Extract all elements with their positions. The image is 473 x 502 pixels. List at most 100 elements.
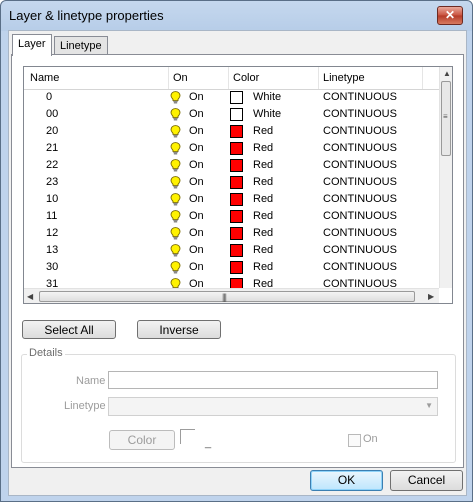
color-swatch <box>230 176 243 189</box>
layer-linetype: CONTINUOUS <box>323 227 397 239</box>
title-bar[interactable]: Layer & linetype properties ✕ <box>1 1 472 29</box>
linetype-select[interactable]: ▼ <box>108 397 438 416</box>
color-swatch <box>230 261 243 274</box>
table-row[interactable]: 30 On Red CONTINUOUS <box>24 259 439 276</box>
table-row[interactable]: 13 On Red CONTINUOUS <box>24 242 439 259</box>
table-row[interactable]: 20 On Red CONTINUOUS <box>24 123 439 140</box>
layer-linetype: CONTINUOUS <box>323 159 397 171</box>
column-header-linetype[interactable]: Linetype <box>319 67 437 89</box>
layer-color: Red <box>253 261 274 273</box>
layer-linetype: CONTINUOUS <box>323 193 397 205</box>
scroll-left-icon[interactable]: ◀ <box>27 292 33 301</box>
layer-name: 22 <box>46 159 59 171</box>
layer-on-state: On <box>189 91 204 103</box>
table-row[interactable]: 21 On Red CONTINUOUS <box>24 140 439 157</box>
color-value: _ <box>205 437 212 449</box>
list-header: Name On Color Linetype <box>24 67 439 90</box>
vertical-scroll-thumb[interactable]: ≡ <box>441 81 451 156</box>
layer-name: 23 <box>46 176 59 188</box>
layer-name: 21 <box>46 142 59 154</box>
layer-on-state: On <box>189 176 204 188</box>
layer-name: 11 <box>46 210 58 222</box>
layer-linetype: CONTINUOUS <box>323 108 397 120</box>
details-legend: Details <box>27 347 65 359</box>
on-checkbox-label: On <box>363 433 378 445</box>
layer-name: 12 <box>46 227 59 239</box>
name-label: Name <box>76 375 106 387</box>
table-row[interactable]: 12 On Red CONTINUOUS <box>24 225 439 242</box>
layer-on-state: On <box>189 159 204 171</box>
scroll-right-icon[interactable]: ▶ <box>428 292 434 301</box>
layer-linetype: CONTINUOUS <box>323 91 397 103</box>
layer-on-state: On <box>189 244 204 256</box>
column-header-color[interactable]: Color <box>229 67 318 89</box>
color-swatch <box>230 159 243 172</box>
details-group: Details Name Linetype ▼ Color _ On <box>21 347 456 463</box>
grip-icon: ≡ <box>443 112 448 121</box>
cancel-button[interactable]: Cancel <box>390 470 463 491</box>
table-row[interactable]: 0 On White CONTINUOUS <box>24 89 439 106</box>
color-swatch <box>230 193 243 206</box>
layer-name: 13 <box>46 244 59 256</box>
color-swatch-preview <box>180 429 195 444</box>
layer-on-state: On <box>189 210 204 222</box>
tab-linetype[interactable]: Linetype <box>54 36 108 56</box>
color-swatch <box>230 227 243 240</box>
layer-on-state: On <box>189 261 204 273</box>
layer-name: 20 <box>46 125 59 137</box>
layer-name: 0 <box>46 91 53 103</box>
layer-color: Red <box>253 142 274 154</box>
layer-color: Red <box>253 210 274 222</box>
layer-name: 30 <box>46 261 59 273</box>
layer-color: White <box>253 108 282 120</box>
layer-color: Red <box>253 176 274 188</box>
color-swatch <box>230 125 243 138</box>
horizontal-scroll-thumb[interactable]: ||| <box>39 291 415 302</box>
color-swatch <box>230 91 243 104</box>
inverse-button[interactable]: Inverse <box>137 320 221 339</box>
color-swatch <box>230 244 243 257</box>
dialog-client: Layer Linetype Name On Color Linetype 0 O… <box>8 30 467 496</box>
layer-color: Red <box>253 125 274 137</box>
layer-color: White <box>253 91 282 103</box>
table-row[interactable]: 00 On White CONTINUOUS <box>24 106 439 123</box>
column-header-name[interactable]: Name <box>26 67 168 89</box>
horizontal-scrollbar[interactable]: ◀ ||| ▶ <box>24 288 439 303</box>
scroll-up-icon[interactable]: ▲ <box>443 69 451 78</box>
layer-on-state: On <box>189 108 204 120</box>
column-header-on[interactable]: On <box>169 67 229 89</box>
ok-button[interactable]: OK <box>310 470 383 491</box>
close-icon: ✕ <box>444 8 456 22</box>
close-button[interactable]: ✕ <box>437 6 463 25</box>
vertical-scrollbar[interactable]: ▲ ≡ <box>439 67 452 288</box>
layer-color: Red <box>253 227 274 239</box>
layer-linetype: CONTINUOUS <box>323 142 397 154</box>
layer-on-state: On <box>189 193 204 205</box>
chevron-down-icon: ▼ <box>425 401 433 410</box>
table-row[interactable]: 22 On Red CONTINUOUS <box>24 157 439 174</box>
tab-layer[interactable]: Layer <box>12 34 52 56</box>
layer-color: Red <box>253 193 274 205</box>
layer-color: Red <box>253 244 274 256</box>
table-row[interactable]: 23 On Red CONTINUOUS <box>24 174 439 191</box>
layer-on-state: On <box>189 125 204 137</box>
table-row[interactable]: 11 On Red CONTINUOUS <box>24 208 439 225</box>
layer-on-state: On <box>189 142 204 154</box>
select-all-button[interactable]: Select All <box>22 320 116 339</box>
layer-tab-panel: Name On Color Linetype 0 On White CONTINUOU… <box>11 54 464 468</box>
color-button[interactable]: Color <box>109 430 175 450</box>
layer-linetype: CONTINUOUS <box>323 125 397 137</box>
grip-icon: ||| <box>222 292 227 302</box>
layer-linetype: CONTINUOUS <box>323 244 397 256</box>
layer-rows: 0 On White CONTINUOUS 00 On White CONTINUOUS 20 O… <box>24 89 439 289</box>
linetype-label: Linetype <box>64 400 106 412</box>
name-field[interactable] <box>108 371 438 389</box>
layer-linetype: CONTINUOUS <box>323 176 397 188</box>
color-swatch <box>230 210 243 223</box>
table-row[interactable]: 10 On Red CONTINUOUS <box>24 191 439 208</box>
layer-name: 10 <box>46 193 59 205</box>
color-swatch <box>230 142 243 155</box>
layer-list[interactable]: Name On Color Linetype 0 On White CONTINUOU… <box>23 66 453 304</box>
layer-color: Red <box>253 159 274 171</box>
on-checkbox[interactable] <box>348 434 361 447</box>
